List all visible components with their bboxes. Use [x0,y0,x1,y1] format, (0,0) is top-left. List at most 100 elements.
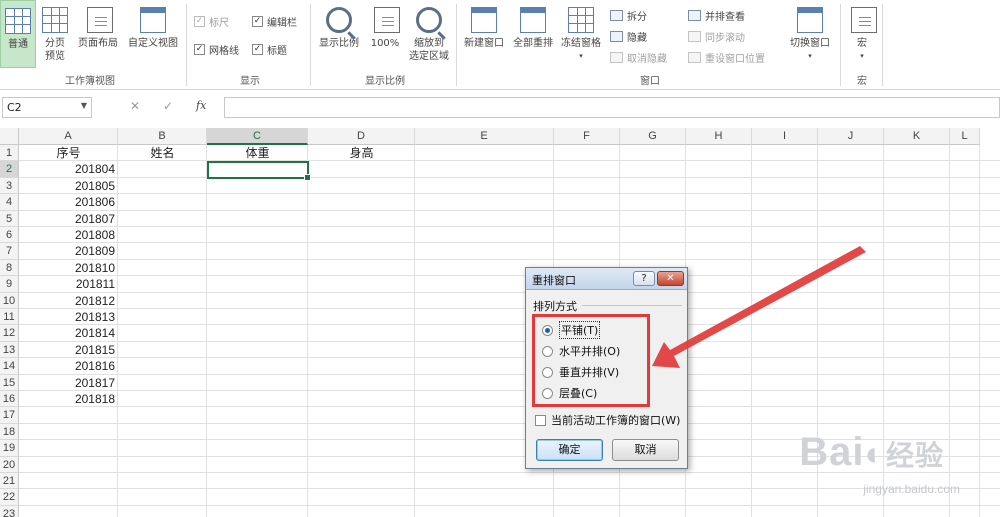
table-cell[interactable]: 201806 [19,194,118,210]
macros-button[interactable]: 宏 ▾ [845,0,879,68]
table-cell[interactable]: 201814 [19,325,118,341]
custom-views-button[interactable]: 自定义视图 [123,0,183,68]
row-header-6[interactable]: 6 [0,227,19,244]
column-header-a[interactable]: A [19,128,118,145]
header-cell-b[interactable]: 姓名 [118,145,207,161]
row-header-14[interactable]: 14 [0,358,19,375]
table-cell[interactable]: 201805 [19,178,118,194]
normal-view-button[interactable]: 普通 [0,0,36,68]
switch-windows-icon [797,7,823,33]
zoom-group-label: 显示比例 [365,76,405,87]
table-cell[interactable]: 201817 [19,375,118,391]
ribbon-separator [310,4,311,86]
table-cell[interactable]: 201810 [19,260,118,276]
table-cell[interactable]: 201811 [19,276,118,292]
chevron-down-icon[interactable]: ▼ [81,101,87,110]
enter-icon[interactable]: ✓ [163,99,173,113]
ruler-checkbox[interactable]: ✓ 标尺 [194,14,229,29]
gridlines-check-icon: ✓ [194,43,205,55]
switch-windows-button[interactable]: 切换窗口 ▾ [785,0,835,68]
column-header-c[interactable]: C [207,128,308,145]
table-cell[interactable]: 201807 [19,211,118,227]
row-header-7[interactable]: 7 [0,243,19,260]
table-cell[interactable]: 201813 [19,309,118,325]
table-cell[interactable]: 201808 [19,227,118,243]
freeze-panes-icon [568,7,594,33]
table-cell[interactable]: 201809 [19,243,118,259]
row-header-4[interactable]: 4 [0,194,19,211]
table-cell[interactable]: 201804 [19,161,118,177]
name-box[interactable]: C2 ▼ [2,97,92,118]
row-header-19[interactable]: 19 [0,440,19,457]
column-header-g[interactable]: G [620,128,686,145]
page-break-preview-button[interactable]: 分页 预览 [38,0,72,68]
formula-bar: C2 ▼ ✕ ✓ fx [0,97,1000,119]
zoom-to-selection-button[interactable]: 缩放到 选定区域 [405,0,453,68]
gridlines-checkbox[interactable]: ✓ 网格线 [194,42,239,57]
row-header-15[interactable]: 15 [0,374,19,391]
page-layout-button[interactable]: 页面布局 [74,0,122,68]
zoom-100-label: 100% [370,38,400,49]
row-header-1[interactable]: 1 [0,145,19,162]
formula-bar-checkbox[interactable]: ✓ 编辑栏 [252,14,297,29]
arrange-all-button[interactable]: 全部重排 [509,0,557,68]
column-header-b[interactable]: B [118,128,207,145]
row-header-3[interactable]: 3 [0,177,19,195]
formula-input[interactable] [224,97,1000,118]
zoom-100-button[interactable]: 100% [366,0,404,68]
headings-checkbox[interactable]: ✓ 标题 [252,42,287,57]
row-header-8[interactable]: 8 [0,259,19,277]
row-header-11[interactable]: 11 [0,309,19,326]
column-header-f[interactable]: F [554,128,620,145]
reset-window-position-button[interactable]: 重设窗口位置 [688,50,765,65]
ribbon-separator [882,4,883,86]
ok-button[interactable]: 确定 [536,439,603,461]
row-header-16[interactable]: 16 [0,391,19,408]
row-header-17[interactable]: 17 [0,407,19,424]
row-header-18[interactable]: 18 [0,423,19,441]
side-by-side-icon [688,9,701,21]
column-header-l[interactable]: L [950,128,980,145]
column-header-d[interactable]: D [308,128,415,145]
column-header-h[interactable]: H [686,128,752,145]
row-header-22[interactable]: 22 [0,489,19,506]
formula-bar-check-icon: ✓ [252,15,263,27]
row-header-5[interactable]: 5 [0,210,19,227]
sync-scroll-button[interactable]: 同步滚动 [688,29,745,44]
row-header-10[interactable]: 10 [0,292,19,309]
header-cell-c[interactable]: 体重 [207,145,308,161]
row-header-21[interactable]: 21 [0,473,19,490]
select-all-corner[interactable] [0,128,19,145]
page-break-preview-label: 分页 预览 [45,38,65,62]
table-cell[interactable]: 201815 [19,342,118,358]
insert-function-button[interactable]: fx [196,99,206,112]
column-header-e[interactable]: E [415,128,554,145]
column-header-i[interactable]: I [752,128,818,145]
row-header-13[interactable]: 13 [0,341,19,359]
cancel-button[interactable]: 取消 [612,439,679,461]
zoom-button[interactable]: 显示比例 [314,0,364,68]
table-cell[interactable]: 201812 [19,293,118,309]
split-button[interactable]: 拆分 [610,8,647,23]
row-header-2[interactable]: 2 [0,161,19,178]
header-cell-a[interactable]: 序号 [19,145,118,161]
active-cell-selection[interactable] [207,161,311,181]
active-workbook-only-checkbox[interactable]: 当前活动工作簿的窗口(W) [535,412,680,428]
row-header-20[interactable]: 20 [0,456,19,473]
unhide-button[interactable]: 取消隐藏 [610,50,667,65]
cancel-icon[interactable]: ✕ [130,99,140,113]
table-cell[interactable]: 201816 [19,358,118,374]
row-header-9[interactable]: 9 [0,276,19,293]
reset-position-icon [688,51,701,63]
view-side-by-side-button[interactable]: 并排查看 [688,8,745,23]
row-header-23[interactable]: 23 [0,505,19,517]
column-header-j[interactable]: J [818,128,884,145]
table-cell[interactable]: 201818 [19,391,118,407]
hide-button[interactable]: 隐藏 [610,29,647,44]
highlight-box [532,314,650,407]
column-header-k[interactable]: K [884,128,950,145]
row-header-12[interactable]: 12 [0,325,19,342]
header-cell-d[interactable]: 身高 [308,145,415,161]
new-window-button[interactable]: 新建窗口 [460,0,508,68]
freeze-panes-button[interactable]: 冻结窗格 ▾ [557,0,605,68]
